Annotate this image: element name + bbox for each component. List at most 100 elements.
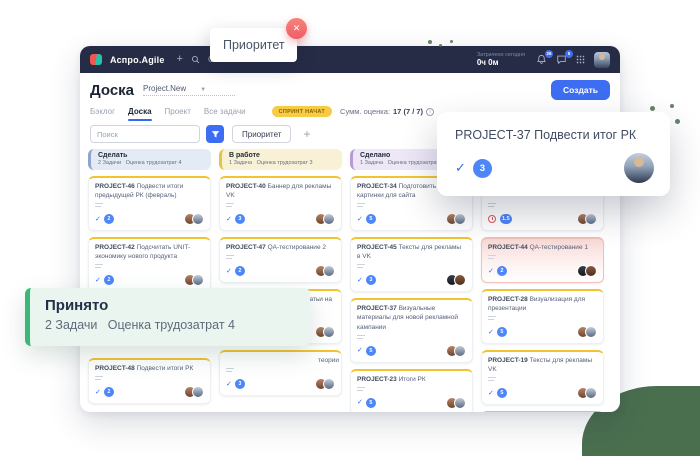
task-estimate-badge: 2 xyxy=(235,266,245,276)
column-cards: PROJECT-40 Баннер для рекламы VK ✓ 3 PRO… xyxy=(219,176,342,396)
callout-title: Принято xyxy=(45,297,298,314)
task-text: QA-тестирование 2 xyxy=(268,244,326,251)
filter-funnel-button[interactable] xyxy=(206,125,224,143)
checkmark-icon: ✓ xyxy=(226,268,232,275)
close-icon[interactable]: ✕ xyxy=(286,18,307,39)
task-id: PROJECT-42 xyxy=(95,244,135,251)
task-card-footer: ✓ 3 xyxy=(357,274,466,286)
add-filter-button[interactable]: + xyxy=(303,127,310,141)
leaf-speck xyxy=(650,106,655,111)
task-card[interactable]: PROJECT-45 Тексты для рекламы в VK ✓ 3 xyxy=(350,237,473,292)
assignee-avatars xyxy=(184,386,204,398)
task-card[interactable]: PROJECT-23 Итоги РК ✓ 5 xyxy=(350,369,473,412)
project-selector[interactable]: Project.New ▼ xyxy=(143,84,235,96)
task-id: PROJECT-44 xyxy=(488,244,528,251)
task-text: Итоги РК xyxy=(399,376,426,383)
assignee-avatars xyxy=(184,274,204,286)
assignee-avatars xyxy=(446,274,466,286)
task-card-footer: ✓ 1.5 xyxy=(488,213,597,225)
assignee-avatars xyxy=(315,378,335,390)
task-card[interactable]: PROJECT-19 Тексты для рекламы VK ✓ 5 xyxy=(481,350,604,405)
description-icon xyxy=(95,264,103,269)
assignee-avatar xyxy=(192,213,204,225)
task-card-footer: ✓ 3 xyxy=(226,213,335,225)
checkmark-icon: ✓ xyxy=(95,277,101,284)
task-preview-popup[interactable]: PROJECT-37 Подвести итог РК ✓ 3 xyxy=(437,112,670,196)
task-card[interactable]: PROJECT-44 QA-тестирование 1 ✓ 2 xyxy=(481,237,604,283)
task-id: PROJECT-40 xyxy=(226,183,266,190)
chevron-down-icon: ▼ xyxy=(200,87,206,93)
info-icon[interactable]: i xyxy=(426,108,434,116)
search-input[interactable] xyxy=(90,125,200,143)
assignee-avatar xyxy=(192,274,204,286)
assignee-avatars xyxy=(577,387,597,399)
task-card[interactable]: PROJECT-28 Визуализация для презентации … xyxy=(481,289,604,344)
assignee-avatar xyxy=(454,213,466,225)
assignee-avatars xyxy=(577,213,597,225)
board-tab[interactable]: Все задачи xyxy=(204,107,246,121)
board-tab[interactable]: Доска xyxy=(128,107,151,121)
task-id: PROJECT-45 xyxy=(357,244,397,251)
kanban-column: В работе 1 Задача Оценка трудозатрат 3 P… xyxy=(219,149,342,396)
task-card-title: PROJECT-47 QA-тестирование 2 xyxy=(226,243,335,252)
board-tab[interactable]: Бэклог xyxy=(90,107,115,121)
create-button[interactable]: Создать xyxy=(551,80,610,100)
assignee-avatars xyxy=(315,265,335,277)
board-tab[interactable]: Проект xyxy=(165,107,191,121)
task-card[interactable]: PROJECT-16 Подвести итоги РК ✓ xyxy=(481,411,604,412)
task-estimate-badge: 2 xyxy=(497,266,507,276)
top-navbar: Аспро.Agile + Сп Затрачено сегодня 0ч 0м… xyxy=(80,46,620,73)
task-estimate-badge: 5 xyxy=(497,388,507,398)
assignee-avatar xyxy=(192,386,204,398)
task-card[interactable]: PROJECT-48 Подвести итоги РК ✓ 2 xyxy=(88,358,211,404)
funnel-icon xyxy=(211,130,220,139)
checkmark-icon: ✓ xyxy=(488,390,494,397)
task-card[interactable]: PROJECT-37 Визуальные материалы для ново… xyxy=(350,298,473,362)
task-estimate-badge: 3 xyxy=(473,159,492,178)
description-icon xyxy=(488,377,496,382)
messages-chat-icon[interactable]: 5 xyxy=(556,54,567,65)
column-subtitle: 1 Задача Оценка трудозатрат 3 xyxy=(229,160,335,166)
project-name: Project.New xyxy=(143,84,186,93)
task-card-footer: ✓ 2 xyxy=(95,386,204,398)
assignee-avatar xyxy=(454,345,466,357)
apps-grid-icon[interactable] xyxy=(576,55,585,64)
checkmark-icon: ✓ xyxy=(226,216,232,223)
priority-filter-chip[interactable]: Приоритет xyxy=(232,125,291,143)
app-logo-icon xyxy=(90,54,102,65)
task-card[interactable]: PROJECT-47 QA-тестирование 2 ✓ 2 xyxy=(219,237,342,283)
task-card-title: PROJECT-48 Подвести итоги РК xyxy=(95,364,204,373)
task-card-title: PROJECT-45 Тексты для рекламы в VK xyxy=(357,243,466,261)
column-header: Сделать 2 Задачи Оценка трудозатрат 4 xyxy=(88,149,211,170)
checkmark-icon: ✓ xyxy=(357,277,363,284)
task-card-footer: ✓ 5 xyxy=(357,397,466,409)
task-card[interactable]: теории ✓ 3 xyxy=(219,350,342,396)
task-estimate-badge: 5 xyxy=(366,214,376,224)
description-icon xyxy=(226,203,234,208)
task-card[interactable]: PROJECT-40 Баннер для рекламы VK ✓ 3 xyxy=(219,176,342,231)
checkmark-icon: ✓ xyxy=(488,329,494,336)
user-avatar[interactable] xyxy=(594,52,610,68)
summary-score: Сумм. оценка: 17 (7 / 7) i xyxy=(340,107,434,116)
search-icon[interactable] xyxy=(191,55,200,64)
notifications-bell-icon[interactable]: 26 xyxy=(536,54,547,65)
leaf-speck xyxy=(670,104,674,108)
task-card-title: PROJECT-28 Визуализация для презентации xyxy=(488,295,597,313)
checkmark-icon: ✓ xyxy=(226,381,232,388)
description-icon xyxy=(357,387,365,392)
priority-tooltip: Приоритет ✕ xyxy=(210,28,297,62)
task-card-title: PROJECT-46 Подвести итоги предыдущей РК … xyxy=(95,182,204,200)
sprint-status-badge: СПРИНТ НАЧАТ xyxy=(272,106,332,117)
page-title: Доска xyxy=(90,82,134,99)
task-card[interactable]: PROJECT-42 Подсчитать UNIT-экономику нов… xyxy=(88,237,211,292)
description-icon xyxy=(95,376,103,381)
task-estimate-badge: 3 xyxy=(366,275,376,285)
task-card-footer: ✓ 5 xyxy=(488,387,597,399)
task-card[interactable]: PROJECT-46 Подвести итоги предыдущей РК … xyxy=(88,176,211,231)
checkmark-icon: ✓ xyxy=(357,399,363,406)
app-window: Аспро.Agile + Сп Затрачено сегодня 0ч 0м… xyxy=(80,46,620,412)
quick-add-icon[interactable]: + xyxy=(177,54,183,65)
task-card-footer: ✓ 2 xyxy=(488,265,597,277)
checkmark-icon: ✓ xyxy=(357,216,363,223)
task-card-footer: ✓ 5 xyxy=(488,326,597,338)
